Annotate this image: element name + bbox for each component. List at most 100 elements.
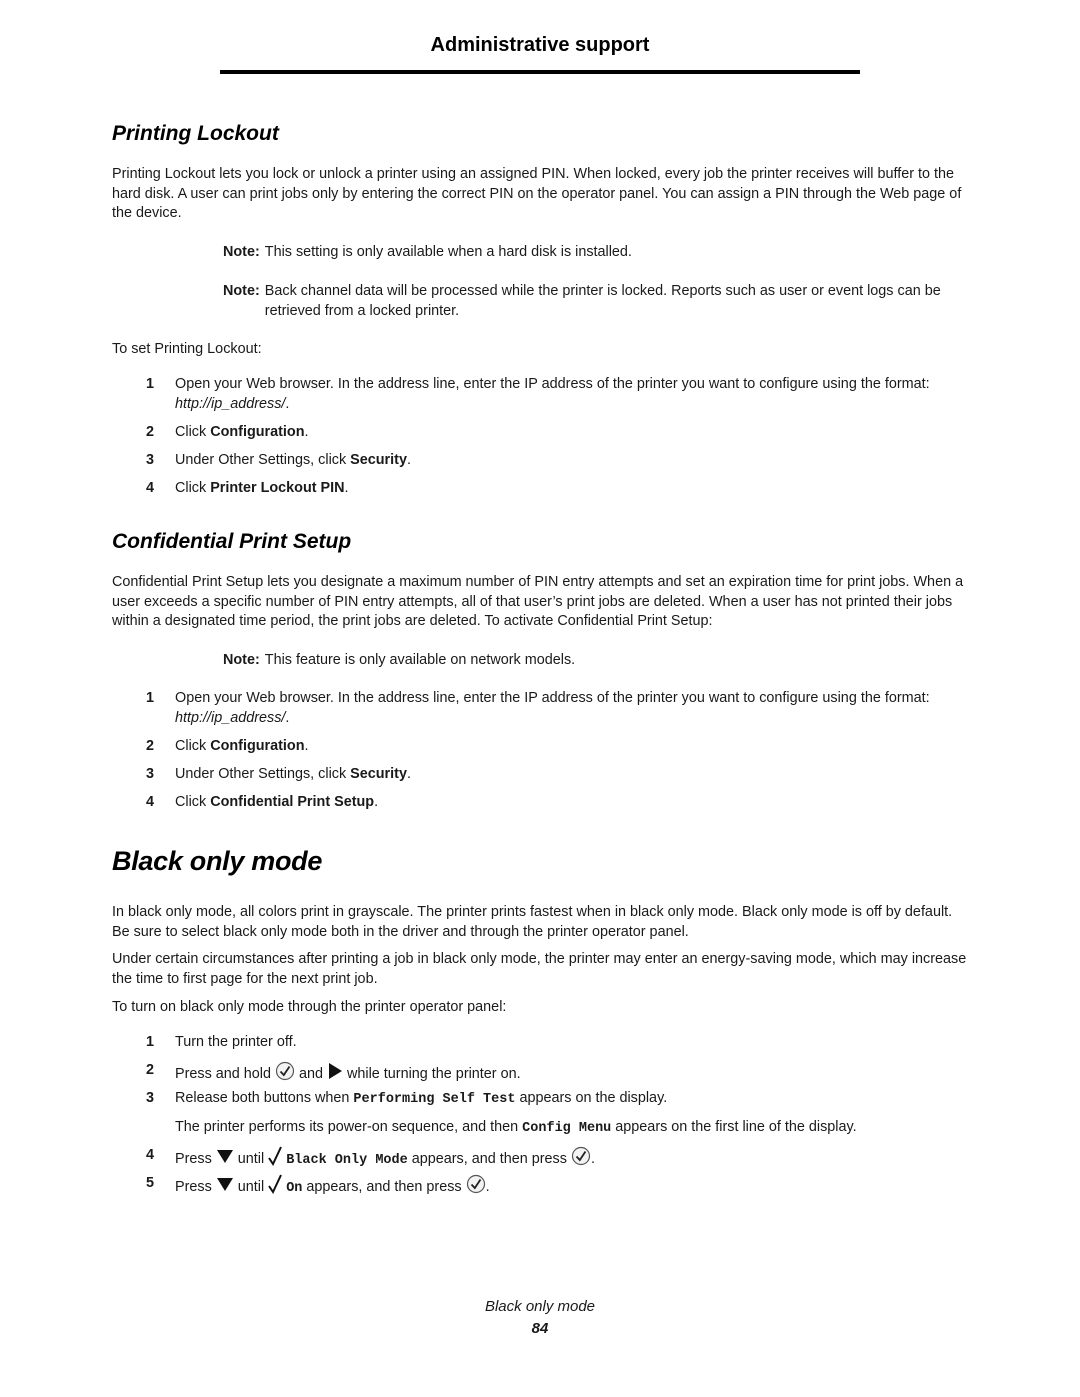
- down-arrow-button-icon: [216, 1176, 234, 1199]
- footer-title: Black only mode: [484, 1298, 596, 1315]
- step-number: 3: [146, 1090, 155, 1106]
- step-text-part: Press: [175, 1151, 212, 1168]
- step-text-part: appears, and then press: [411, 1151, 567, 1168]
- step: 5 Press until On appears, and then press…: [146, 1174, 966, 1201]
- note-text: This setting is only available when a ha…: [264, 244, 632, 260]
- ui-term: Configuration: [210, 738, 305, 754]
- step-text-part: .: [304, 424, 309, 440]
- note-label: Note:: [223, 652, 260, 668]
- note-label: Note:: [223, 283, 260, 299]
- step-text-part: until: [237, 1151, 265, 1168]
- step-text-part: and: [299, 1066, 324, 1083]
- step-number: 1: [146, 1034, 155, 1050]
- step: 1 Turn the printer off.: [146, 1033, 966, 1053]
- checkmark-icon: [268, 1174, 283, 1201]
- step-text-part: .: [344, 480, 349, 496]
- url-format: http://ip_address/: [175, 395, 286, 412]
- step-text-part: Click: [175, 480, 211, 496]
- note: Note: This feature is only available on …: [223, 651, 968, 671]
- step: 4 Press until Black Only Mode appears, a…: [146, 1146, 966, 1173]
- checkmark-icon: [268, 1146, 283, 1173]
- step-text: Open your Web browser. In the address li…: [175, 689, 966, 728]
- step-text-part: appears on the first line of the display…: [615, 1119, 857, 1135]
- down-arrow-button-icon: [216, 1148, 234, 1171]
- page-number: 84: [531, 1320, 549, 1337]
- display-message: On: [286, 1181, 303, 1197]
- step-number: 2: [146, 1062, 155, 1078]
- select-button-icon: [275, 1061, 295, 1088]
- step-text-part: .: [590, 1151, 595, 1168]
- step-text-part: Click: [175, 424, 211, 440]
- ui-term: Printer Lockout PIN: [210, 480, 345, 496]
- display-message: Black Only Mode: [286, 1153, 408, 1169]
- step-number: 2: [146, 738, 155, 754]
- step-text: Under Other Settings, click Security.: [175, 765, 966, 785]
- step-text-part: .: [485, 1179, 490, 1196]
- step-number: 3: [146, 452, 155, 468]
- step: 3 Under Other Settings, click Security.: [146, 765, 966, 785]
- step-text: Press and hold and while turning the pri…: [175, 1061, 966, 1088]
- step: 3 Under Other Settings, click Security.: [146, 451, 966, 471]
- step-text-part: Open your Web browser. In the address li…: [175, 690, 930, 706]
- step-text-part: .: [374, 794, 379, 810]
- step-number: 4: [146, 794, 155, 810]
- step: 4 Click Printer Lockout PIN.: [146, 479, 966, 499]
- step-text-part: .: [406, 766, 411, 782]
- display-message: Performing Self Test: [353, 1092, 516, 1107]
- step-text-part: Press and hold: [175, 1066, 271, 1083]
- confidential-print-intro: Confidential Print Setup lets you design…: [112, 574, 964, 630]
- step-text-part: .: [304, 738, 309, 754]
- step-text: Click Printer Lockout PIN.: [175, 479, 966, 499]
- display-message: Config Menu: [522, 1121, 612, 1136]
- step-text-part: until: [237, 1179, 265, 1196]
- step-text-part: Click: [175, 794, 211, 810]
- step-text-part: Open your Web browser. In the address li…: [175, 376, 930, 392]
- step-text-part: Click: [175, 738, 211, 754]
- running-header: Administrative support: [430, 34, 650, 56]
- ui-term: Security: [350, 766, 407, 782]
- step-text: Click Configuration.: [175, 423, 966, 443]
- black-only-para-1: In black only mode, all colors print in …: [112, 904, 953, 940]
- step-number: 5: [146, 1175, 155, 1191]
- step-text-part: while turning the printer on.: [347, 1066, 521, 1083]
- step-number: 2: [146, 424, 155, 440]
- ui-term: Configuration: [210, 424, 305, 440]
- url-format: http://ip_address/: [175, 709, 286, 726]
- note-text: Back channel data will be processed whil…: [264, 283, 941, 319]
- select-button-icon: [466, 1174, 486, 1201]
- step-number: 1: [146, 690, 155, 706]
- step-text: Under Other Settings, click Security.: [175, 451, 966, 471]
- step-text: Open your Web browser. In the address li…: [175, 375, 966, 414]
- step-number: 3: [146, 766, 155, 782]
- step-text-part: appears on the display.: [519, 1090, 668, 1106]
- step-number: 1: [146, 376, 155, 392]
- black-only-lead: To turn on black only mode through the p…: [112, 999, 507, 1015]
- printing-lockout-lead: To set Printing Lockout:: [112, 341, 262, 357]
- chapter-heading-black-only-mode: Black only mode: [112, 846, 323, 876]
- step-text: Click Configuration.: [175, 737, 966, 757]
- step-number: 4: [146, 1147, 155, 1163]
- step-text-part: .: [285, 709, 290, 726]
- step-text: Turn the printer off.: [175, 1034, 297, 1050]
- step-text-part: Under Other Settings, click: [175, 766, 351, 782]
- step: 1 Open your Web browser. In the address …: [146, 375, 966, 414]
- step-text-part: .: [285, 395, 290, 412]
- step: 2 Click Configuration.: [146, 423, 966, 443]
- step: 4 Click Confidential Print Setup.: [146, 793, 966, 813]
- note: Note: Back channel data will be processe…: [223, 282, 968, 321]
- section-heading-printing-lockout: Printing Lockout: [112, 122, 279, 145]
- step-text-part: appears, and then press: [306, 1179, 462, 1196]
- step-substep: The printer performs its power-on sequen…: [175, 1118, 965, 1139]
- ui-term: Confidential Print Setup: [210, 794, 375, 810]
- section-heading-confidential-print: Confidential Print Setup: [112, 530, 352, 553]
- step: 1 Open your Web browser. In the address …: [146, 689, 966, 728]
- header-rule: [220, 70, 860, 74]
- step-text-part: Release both buttons when: [175, 1090, 350, 1106]
- step-text: Press until Black Only Mode appears, and…: [175, 1146, 966, 1173]
- step-text: Click Confidential Print Setup.: [175, 793, 966, 813]
- step-text-part: .: [406, 452, 411, 468]
- note-text: This feature is only available on networ…: [264, 652, 576, 668]
- right-arrow-button-icon: [327, 1062, 343, 1087]
- step-text-part: Under Other Settings, click: [175, 452, 351, 468]
- step: 3 Release both buttons when Performing S…: [146, 1089, 966, 1110]
